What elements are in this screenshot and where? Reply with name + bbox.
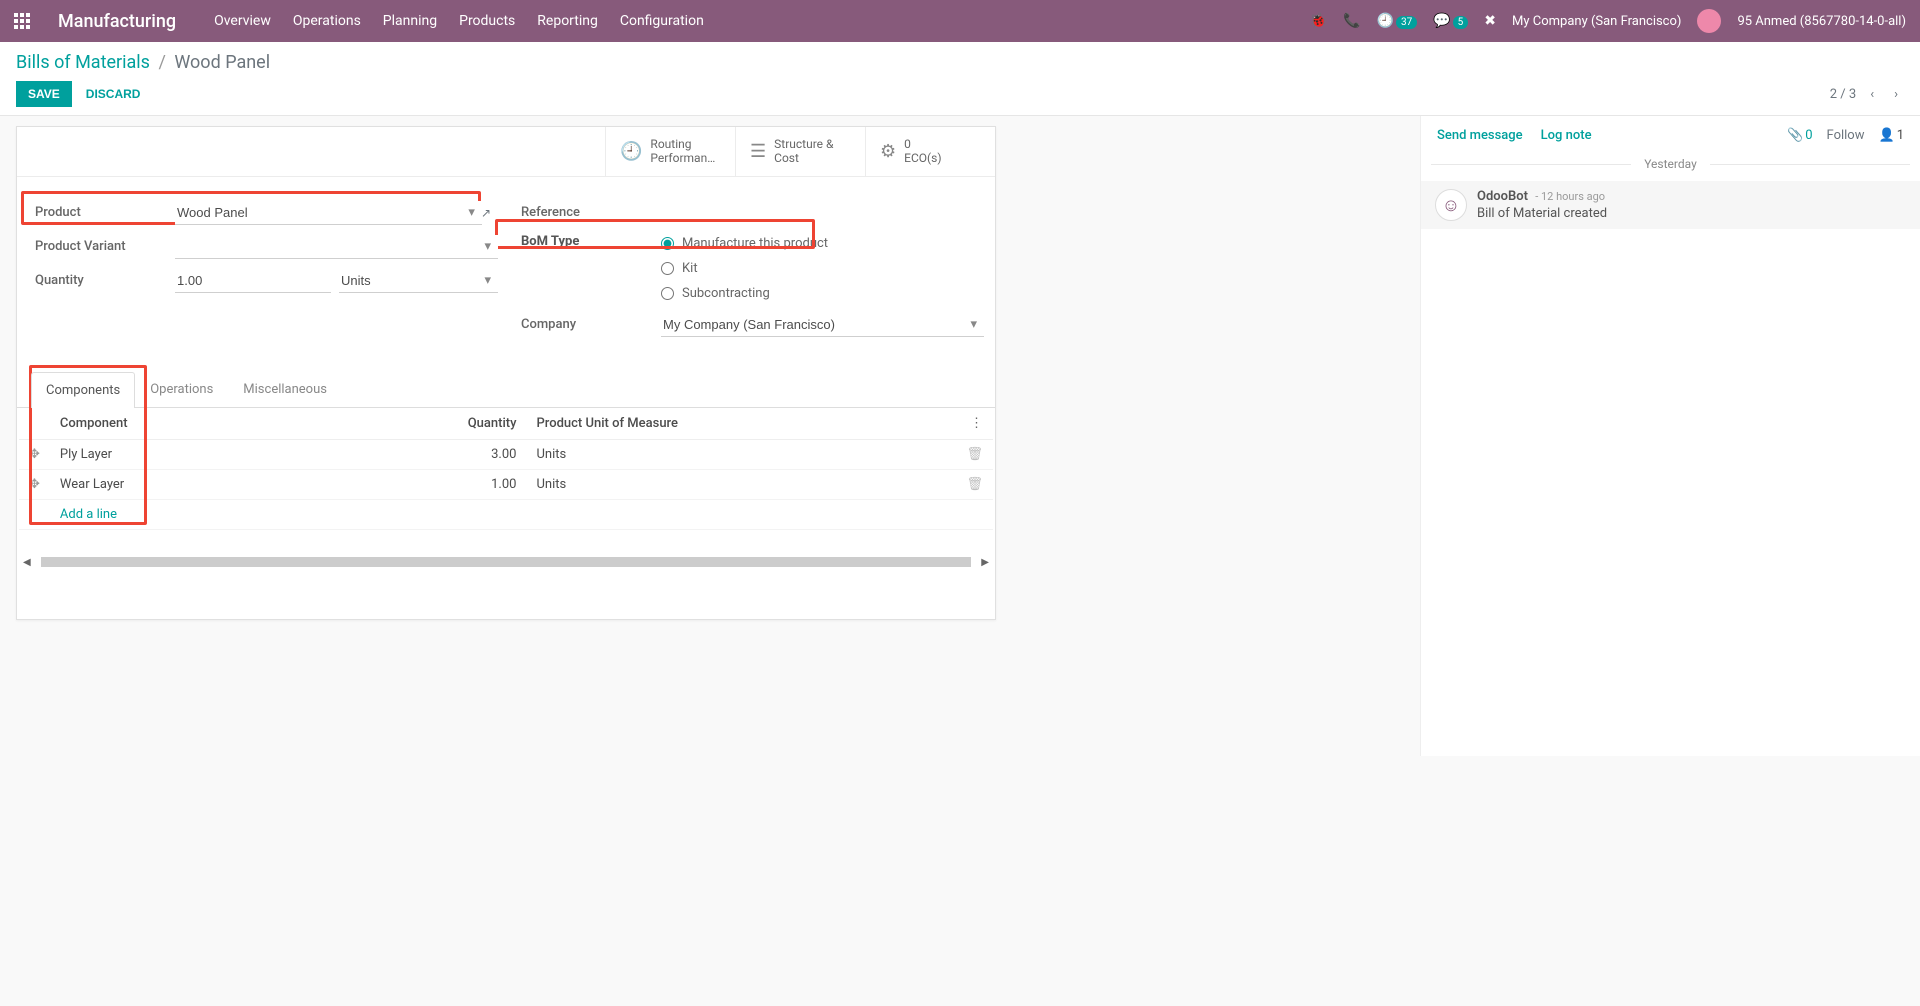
menu-planning[interactable]: Planning (383, 13, 437, 29)
tab-miscellaneous[interactable]: Miscellaneous (228, 371, 342, 407)
chatter-panel: Send message Log note 📎0 Follow 👤1 Yeste… (1420, 116, 1920, 756)
cell-uom[interactable]: Units (526, 469, 956, 499)
follow-button[interactable]: Follow (1827, 128, 1865, 143)
radio-subcontracting[interactable] (661, 287, 674, 300)
cell-qty[interactable]: 1.00 (416, 469, 526, 499)
person-icon: 👤 (1879, 128, 1895, 143)
user-name[interactable]: 95 Anmed (8567780-14-0-all) (1737, 14, 1906, 29)
th-uom: Product Unit of Measure (526, 408, 956, 440)
company-input[interactable] (661, 313, 984, 337)
scroll-left-icon[interactable]: ◀ (23, 557, 31, 568)
label-company: Company (521, 317, 661, 332)
trash-icon[interactable]: 🗑 (966, 447, 983, 462)
tab-operations[interactable]: Operations (135, 371, 228, 407)
column-options-icon[interactable]: ⋮ (970, 416, 983, 431)
log-note-link[interactable]: Log note (1541, 128, 1592, 143)
message-author: OdooBot (1477, 189, 1528, 204)
phone-icon[interactable]: 📞 (1343, 13, 1360, 29)
menu-reporting[interactable]: Reporting (537, 13, 598, 29)
table-row: ✥ Wear Layer 1.00 Units 🗑 (19, 469, 993, 499)
user-avatar[interactable] (1697, 9, 1721, 33)
message-time: - 12 hours ago (1535, 190, 1605, 203)
control-panel: Bills of Materials / Wood Panel SAVE DIS… (0, 42, 1920, 116)
cell-component[interactable]: Wear Layer (50, 469, 417, 499)
followers-count[interactable]: 👤1 (1879, 128, 1905, 143)
scroll-right-icon[interactable]: ▶ (981, 557, 989, 568)
pager: 2 / 3 ‹ › (1830, 84, 1904, 105)
th-component: Component (50, 408, 417, 440)
stat-button-row: 🕘 RoutingPerforman… ☰ Structure &Cost ⚙ … (17, 127, 995, 177)
drag-handle-icon[interactable]: ✥ (29, 447, 40, 462)
menu-overview[interactable]: Overview (214, 13, 271, 29)
messages-count: 5 (1453, 16, 1469, 29)
tools-icon[interactable]: ✖ (1484, 13, 1496, 29)
stat-routing-performance[interactable]: 🕘 RoutingPerforman… (605, 127, 735, 176)
chatter-message: ☺ OdooBot - 12 hours ago Bill of Materia… (1421, 181, 1920, 229)
label-product: Product (35, 205, 175, 220)
menu-operations[interactable]: Operations (293, 13, 361, 29)
bot-avatar: ☺ (1435, 189, 1467, 221)
app-title: Manufacturing (58, 11, 176, 32)
apps-launcher-icon[interactable] (14, 13, 36, 29)
horizontal-scrollbar[interactable]: ◀ ▶ (17, 551, 995, 579)
components-table: Component Quantity Product Unit of Measu… (19, 408, 993, 548)
breadcrumb-current: Wood Panel (174, 52, 270, 73)
breadcrumb: Bills of Materials / Wood Panel (16, 52, 1904, 73)
tab-bar: Components Operations Miscellaneous (17, 371, 995, 408)
breadcrumb-root[interactable]: Bills of Materials (16, 52, 150, 73)
label-bomtype: BoM Type (521, 234, 661, 249)
cell-uom[interactable]: Units (526, 439, 956, 469)
pager-next[interactable]: › (1888, 84, 1904, 105)
pager-prev[interactable]: ‹ (1864, 84, 1880, 105)
save-button[interactable]: SAVE (16, 81, 72, 107)
product-input[interactable] (175, 201, 482, 225)
radio-kit[interactable] (661, 262, 674, 275)
cell-qty[interactable]: 3.00 (416, 439, 526, 469)
add-line-link[interactable]: Add a line (60, 507, 117, 522)
label-reference: Reference (521, 205, 661, 220)
table-row: ✥ Ply Layer 3.00 Units 🗑 (19, 439, 993, 469)
menu-configuration[interactable]: Configuration (620, 13, 704, 29)
menu-products[interactable]: Products (459, 13, 515, 29)
send-message-link[interactable]: Send message (1437, 128, 1523, 143)
clock-icon: 🕘 (620, 141, 642, 162)
top-menu: Overview Operations Planning Products Re… (214, 13, 704, 29)
drag-handle-icon[interactable]: ✥ (29, 477, 40, 492)
top-navbar: Manufacturing Overview Operations Planni… (0, 0, 1920, 42)
messaging-icon[interactable]: 💬5 (1433, 13, 1468, 29)
message-body: Bill of Material created (1477, 206, 1607, 221)
trash-icon[interactable]: 🗑 (966, 477, 983, 492)
discard-button[interactable]: DISCARD (86, 87, 141, 101)
attachment-count[interactable]: 📎0 (1787, 128, 1813, 143)
uom-input[interactable] (339, 269, 498, 293)
stat-ecos[interactable]: ⚙ 0ECO(s) (865, 127, 995, 176)
radio-manufacture[interactable] (661, 237, 674, 250)
variant-input[interactable] (175, 235, 498, 259)
activities-count: 37 (1396, 16, 1417, 29)
bomtype-radio-group: Manufacture this product Kit Subcontract… (661, 236, 828, 301)
label-quantity: Quantity (35, 273, 175, 288)
stat-structure-cost[interactable]: ☰ Structure &Cost (735, 127, 865, 176)
activities-icon[interactable]: 🕘37 (1377, 13, 1418, 29)
reference-input[interactable] (661, 201, 977, 224)
th-quantity: Quantity (416, 408, 526, 440)
form-sheet: 🕘 RoutingPerforman… ☰ Structure &Cost ⚙ … (16, 126, 996, 620)
gears-icon: ⚙ (880, 141, 896, 162)
debug-icon[interactable]: 🐞 (1310, 13, 1327, 29)
table-row-add: Add a line (19, 499, 993, 529)
cell-component[interactable]: Ply Layer (50, 439, 417, 469)
date-divider: Yesterday (1421, 157, 1920, 171)
label-variant: Product Variant (35, 239, 175, 254)
paperclip-icon: 📎 (1787, 128, 1803, 143)
list-icon: ☰ (750, 141, 766, 162)
tab-components[interactable]: Components (31, 372, 135, 408)
pager-text: 2 / 3 (1830, 87, 1856, 102)
external-link-icon[interactable]: ↗ (481, 206, 491, 220)
company-switcher[interactable]: My Company (San Francisco) (1512, 14, 1681, 29)
quantity-input[interactable] (175, 269, 331, 293)
